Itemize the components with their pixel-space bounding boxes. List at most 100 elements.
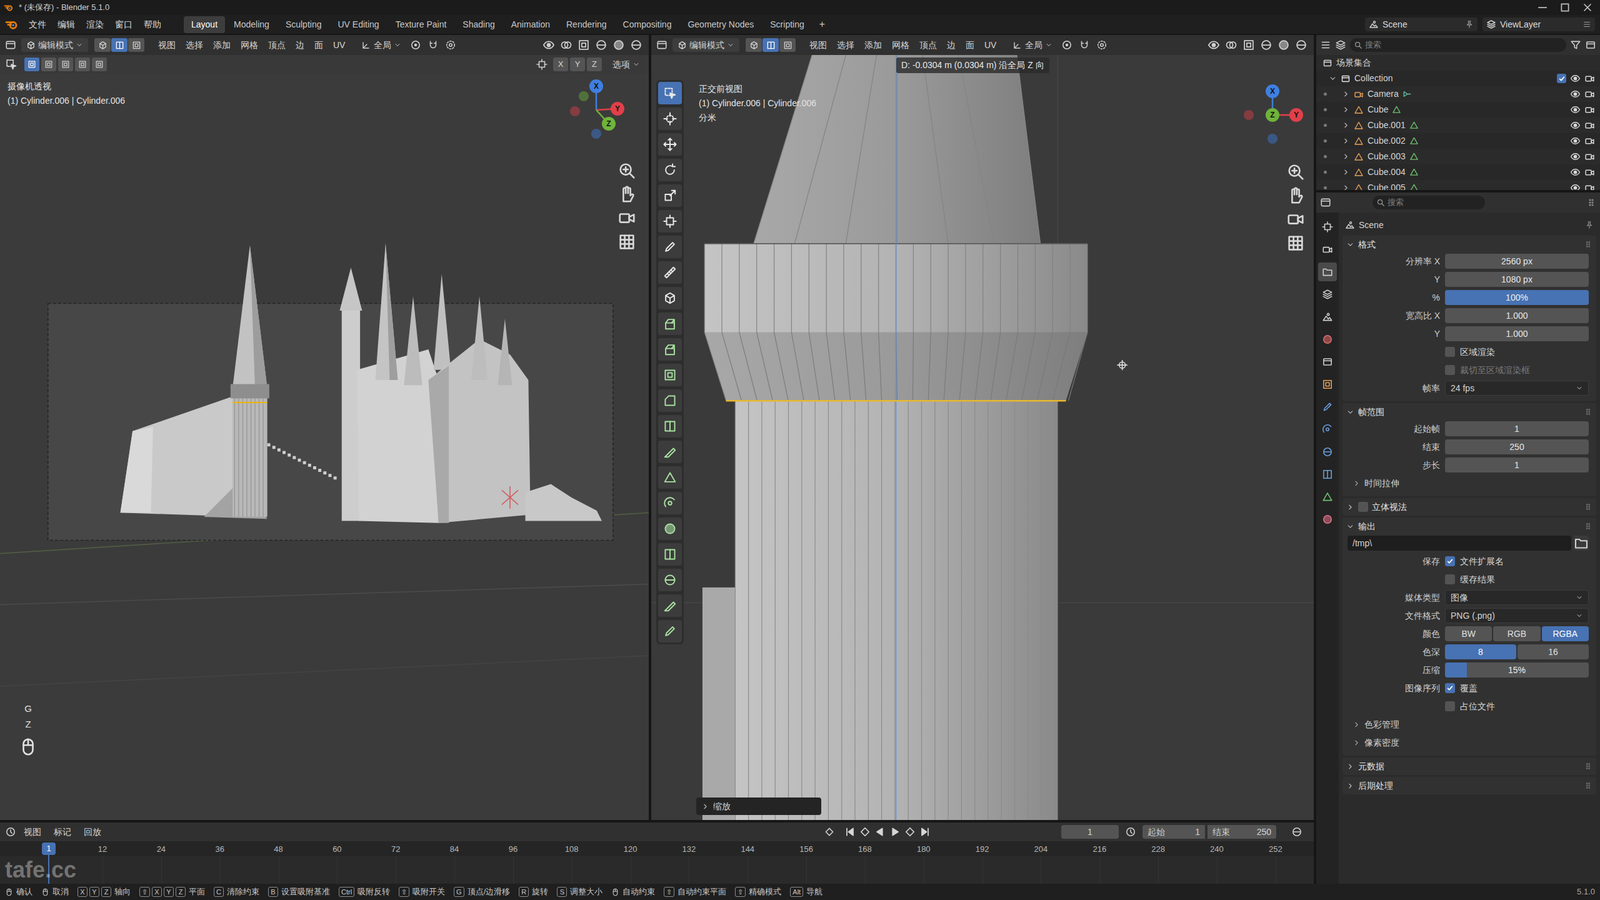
workspace-tab[interactable]: Layout (183, 16, 225, 34)
properties-search[interactable] (1372, 195, 1485, 210)
editor-type-icon[interactable] (5, 39, 17, 51)
tool-button[interactable] (658, 440, 682, 464)
options-icon[interactable] (1586, 197, 1597, 208)
outliner-row[interactable]: Cube.004 (1316, 164, 1600, 180)
outliner-row[interactable]: Cube.002 (1316, 133, 1600, 149)
panel-header[interactable]: 后期处理 (1342, 776, 1597, 795)
outliner-row[interactable]: 场景集合 (1316, 55, 1600, 71)
checkbox-field[interactable]: 区域渲染 (1445, 345, 1589, 359)
start-frame-field[interactable]: 起始1 (1142, 825, 1205, 839)
render-toggle-icon[interactable] (1584, 120, 1595, 131)
wireframe-shading-icon[interactable] (1260, 38, 1273, 52)
outliner-search-input[interactable] (1365, 38, 1563, 52)
visibility-toggle[interactable] (1570, 88, 1581, 100)
visibility-toggle[interactable] (1570, 73, 1581, 84)
snap-icon[interactable] (1078, 39, 1090, 51)
properties-tab[interactable] (1318, 240, 1337, 259)
panel-header[interactable]: 立体视法 (1342, 498, 1597, 516)
checkbox[interactable] (1445, 701, 1455, 712)
new-collection-icon[interactable] (1585, 39, 1597, 51)
panel-header[interactable]: 格式 (1342, 235, 1597, 254)
viewport-menu-item[interactable]: 边 (941, 38, 961, 52)
properties-tab[interactable] (1318, 307, 1337, 327)
enum-option[interactable]: 8 (1445, 644, 1517, 660)
expand-toggle[interactable] (1346, 503, 1355, 512)
blender-menu-icon[interactable] (5, 17, 19, 32)
drag-handle-icon[interactable] (1583, 761, 1593, 771)
drag-handle-icon[interactable] (1583, 502, 1593, 512)
workspace-tab[interactable]: Animation (503, 16, 558, 34)
checkbox[interactable] (1445, 574, 1455, 585)
properties-tab[interactable] (1318, 465, 1337, 484)
number-field[interactable]: 1080 px (1445, 271, 1589, 287)
scene-selector[interactable]: Scene (1365, 17, 1478, 32)
properties-tab[interactable] (1318, 262, 1337, 282)
tool-button[interactable] (658, 133, 682, 156)
play-reverse-icon[interactable] (873, 825, 887, 839)
last-operator-panel[interactable]: 缩放 (696, 797, 822, 815)
workspace-tab[interactable]: Shading (455, 16, 502, 34)
navigation-gizmo[interactable]: XYZ (563, 77, 629, 143)
number-field[interactable]: 1 (1445, 457, 1589, 473)
tool-button[interactable] (658, 261, 682, 284)
checkbox[interactable] (1445, 346, 1455, 357)
render-toggle-icon[interactable] (1584, 88, 1595, 100)
timeline-menu-item[interactable]: 视图 (18, 825, 47, 839)
tool-button[interactable] (658, 286, 682, 310)
end-frame-field[interactable]: 结束250 (1207, 825, 1277, 839)
minimize-icon[interactable] (1533, 1, 1552, 14)
proportional-edit-icon[interactable] (1096, 39, 1108, 51)
checkbox[interactable] (1358, 501, 1369, 512)
number-field[interactable]: 1 (1445, 421, 1589, 437)
filter-icon[interactable] (1570, 39, 1582, 51)
expand-toggle[interactable] (1346, 522, 1355, 531)
viewport-menu-item[interactable]: 选择 (180, 38, 209, 52)
timeline-editor-icon[interactable] (5, 826, 17, 838)
dropdown-field[interactable]: PNG (.png) (1445, 608, 1589, 624)
select-mode-button[interactable] (762, 38, 779, 52)
properties-tab[interactable] (1318, 420, 1337, 439)
properties-tab[interactable] (1318, 330, 1337, 349)
prev-keyframe-icon[interactable] (858, 825, 872, 839)
properties-editor-icon[interactable] (1320, 196, 1332, 209)
mode-dropdown[interactable]: 编辑模式 (672, 38, 740, 52)
tool-button[interactable] (658, 312, 682, 335)
next-keyframe-icon[interactable] (903, 825, 917, 839)
workspace-tab[interactable]: UV Editing (330, 16, 387, 34)
checkbox-field[interactable]: 缓存结果 (1445, 573, 1589, 587)
tool-button[interactable] (658, 235, 682, 259)
expand-toggle[interactable] (1328, 74, 1337, 83)
render-toggle-icon[interactable] (1584, 135, 1595, 147)
menu-item[interactable]: 窗口 (110, 16, 138, 34)
properties-search-input[interactable] (1387, 196, 1482, 209)
render-toggle-icon[interactable] (1584, 73, 1595, 84)
zoom-icon[interactable] (617, 161, 637, 180)
camera-view-icon[interactable] (617, 208, 637, 228)
gizmo-axis[interactable]: Z (1265, 108, 1280, 122)
tool-button[interactable] (658, 363, 682, 387)
select-mode-button[interactable] (111, 38, 128, 52)
viewport-menu-item[interactable]: 网格 (235, 38, 264, 52)
expand-toggle[interactable] (1346, 408, 1355, 417)
dropdown-field[interactable]: 图像 (1445, 590, 1589, 605)
preview-range-icon[interactable] (1125, 826, 1137, 838)
viewport-menu-item[interactable]: 视图 (804, 38, 832, 52)
playhead[interactable]: 1 (41, 842, 56, 855)
tool-button[interactable] (658, 620, 682, 643)
chevron-right-icon[interactable] (1341, 121, 1350, 130)
enum-option[interactable]: 16 (1517, 644, 1589, 660)
expand-toggle[interactable] (1346, 781, 1355, 790)
menu-item[interactable]: 帮助 (138, 16, 167, 34)
timeline-menu-item[interactable]: 回放 (78, 825, 107, 839)
close-icon[interactable] (1578, 1, 1597, 14)
mode-dropdown[interactable]: 编辑模式 (21, 38, 89, 52)
tool-button[interactable] (658, 415, 682, 438)
viewport-menu-item[interactable]: 网格 (886, 38, 915, 52)
chevron-right-icon[interactable] (1341, 168, 1350, 177)
panel-header[interactable]: 元数据 (1342, 757, 1597, 775)
subpanel-header[interactable]: 像素密度 (1342, 734, 1597, 751)
tool-button[interactable] (658, 158, 682, 182)
properties-tab[interactable] (1318, 487, 1337, 507)
enum-option[interactable]: BW (1445, 626, 1492, 642)
number-field[interactable]: 2560 px (1445, 253, 1589, 269)
